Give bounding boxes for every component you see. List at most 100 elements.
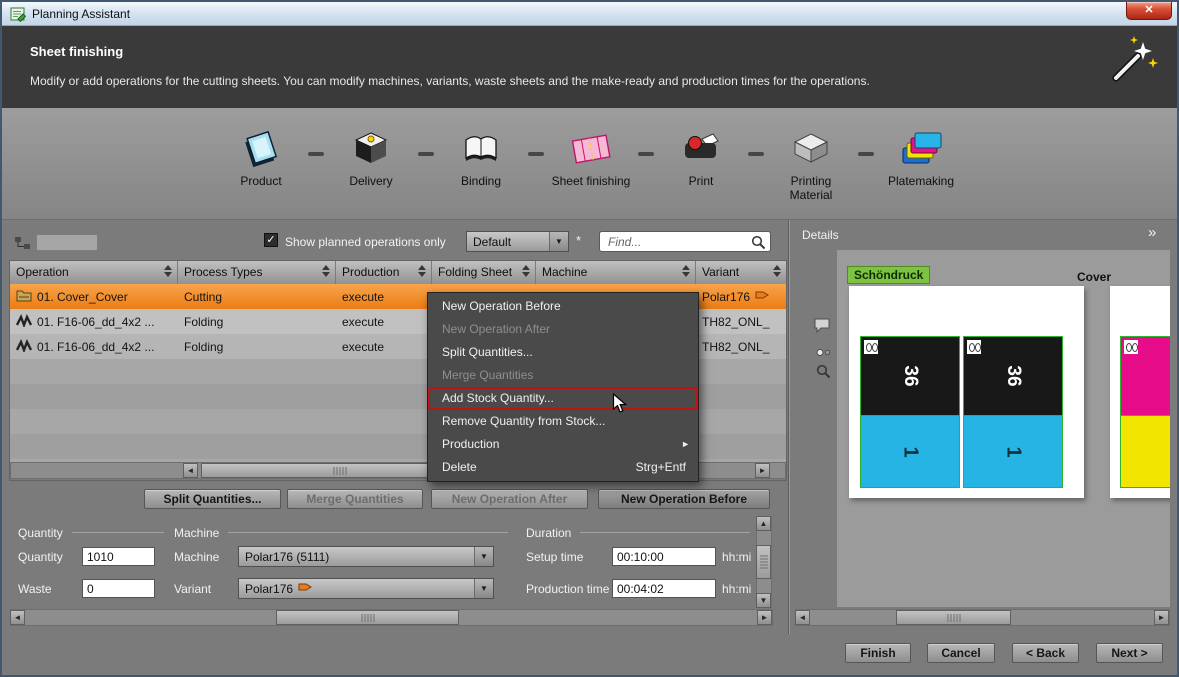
page-number: 36 <box>1002 365 1024 386</box>
column-header-machine[interactable]: Machine <box>536 261 696 284</box>
preset-modified-indicator: * <box>576 233 581 248</box>
cancel-button[interactable]: Cancel <box>927 643 995 663</box>
dropdown-arrow-icon[interactable]: ▼ <box>474 547 493 566</box>
comment-icon[interactable] <box>814 318 832 338</box>
left-panel-h-scrollbar[interactable]: ◄ ► <box>10 609 773 626</box>
variant-dropdown[interactable]: Polar176 ▼ <box>238 578 494 599</box>
scrollbar-grip <box>760 556 768 569</box>
column-header-operation[interactable]: Operation <box>10 261 178 284</box>
next-button[interactable]: Next > <box>1096 643 1163 663</box>
find-input[interactable] <box>599 231 771 252</box>
step-product[interactable]: Product <box>219 126 303 189</box>
step-printing-material[interactable]: Printing Material <box>769 126 853 203</box>
step-sheet-finishing[interactable]: Sheet finishing <box>549 126 633 189</box>
show-planned-checkbox[interactable]: ✓ <box>264 233 278 247</box>
scrollbar-thumb[interactable] <box>276 610 459 625</box>
column-label: Machine <box>542 265 587 279</box>
menu-item-remove-quantity-from-stock[interactable]: Remove Quantity from Stock... <box>428 410 698 433</box>
finish-button[interactable]: Finish <box>845 643 911 663</box>
step-platemaking[interactable]: Platemaking <box>879 126 963 189</box>
machine-label: Machine <box>174 550 219 564</box>
preset-dropdown[interactable]: Default ▼ <box>466 231 569 252</box>
waste-input[interactable] <box>82 579 155 598</box>
form-v-scrollbar[interactable]: ▲ ▼ <box>756 516 772 608</box>
step-label: Print <box>659 175 743 189</box>
wizard-header: Sheet finishing Modify or add operations… <box>2 26 1177 108</box>
page-number: 1 <box>1002 446 1025 457</box>
context-menu: New Operation Before New Operation After… <box>427 292 699 482</box>
menu-item-production[interactable]: Production ► <box>428 433 698 456</box>
scroll-down-icon[interactable]: ▼ <box>756 593 771 608</box>
quantity-input[interactable] <box>82 547 155 566</box>
preset-value: Default <box>467 232 549 251</box>
scroll-right-icon[interactable]: ► <box>1154 610 1169 625</box>
search-icon[interactable] <box>751 235 766 255</box>
menu-item-add-stock-quantity[interactable]: Add Stock Quantity... <box>428 387 698 410</box>
production-time-input[interactable] <box>612 579 716 598</box>
column-header-process-types[interactable]: Process Types <box>178 261 336 284</box>
scrollbar-grip <box>334 467 347 475</box>
sort-icon <box>522 265 530 277</box>
page-number: 36 <box>899 365 921 386</box>
cell-variant: TH82_ONL_ <box>696 334 786 359</box>
step-print[interactable]: Print <box>659 126 743 189</box>
details-expand-icon[interactable]: » <box>1148 224 1156 241</box>
back-button[interactable]: < Back <box>1012 643 1079 663</box>
split-quantities-button[interactable]: Split Quantities... <box>144 489 281 509</box>
group-line <box>228 532 508 533</box>
cell-operation: 01. F16-06_dd_4x2 ... <box>10 334 178 359</box>
scroll-left-icon[interactable]: ◄ <box>795 610 810 625</box>
machine-dropdown[interactable]: Polar176 (5111) ▼ <box>238 546 494 567</box>
variant-value-text: Polar176 <box>245 582 293 596</box>
step-connector <box>528 152 544 156</box>
column-header-folding-sheet[interactable]: Folding Sheet <box>432 261 536 284</box>
step-binding[interactable]: Binding <box>439 126 523 189</box>
menu-item-split-quantities[interactable]: Split Quantities... <box>428 341 698 364</box>
menu-item-label: Delete <box>442 460 477 474</box>
scroll-left-icon[interactable]: ◄ <box>183 463 198 478</box>
corner-mark <box>1124 340 1138 354</box>
column-header-production[interactable]: Production <box>336 261 432 284</box>
step-delivery[interactable]: Delivery <box>329 126 413 189</box>
tree-view-icon[interactable] <box>14 236 32 255</box>
column-header-variant[interactable]: Variant <box>696 261 786 284</box>
titlebar[interactable]: Planning Assistant ✕ <box>2 2 1177 26</box>
folding-icon <box>16 313 32 330</box>
cell-process-types: Folding <box>178 309 336 334</box>
back-sheet-preview[interactable]: 2 35 <box>1110 286 1170 498</box>
merge-quantities-button: Merge Quantities <box>287 489 423 509</box>
cell-production: execute <box>336 284 432 309</box>
scroll-right-icon[interactable]: ► <box>757 610 772 625</box>
scrollbar-thumb[interactable] <box>896 610 1011 625</box>
scrollbar-thumb[interactable] <box>756 545 771 579</box>
app-icon <box>10 6 26 22</box>
delivery-icon <box>349 126 393 170</box>
menu-item-delete[interactable]: Delete Strg+Entf <box>428 456 698 479</box>
scroll-left-icon[interactable]: ◄ <box>10 610 25 625</box>
mouse-cursor <box>612 393 627 419</box>
step-connector <box>418 152 434 156</box>
scroll-right-icon[interactable]: ► <box>755 463 770 478</box>
dropdown-arrow-icon[interactable]: ▼ <box>549 232 568 251</box>
filter-box[interactable] <box>36 234 98 251</box>
close-button[interactable]: ✕ <box>1126 2 1172 20</box>
quantity-group-title: Quantity <box>18 526 63 540</box>
menu-item-new-operation-before[interactable]: New Operation Before <box>428 295 698 318</box>
zoom-icon[interactable] <box>816 364 831 384</box>
magic-wand-icon <box>1107 34 1161 91</box>
cell-production: execute <box>336 309 432 334</box>
scroll-up-icon[interactable]: ▲ <box>756 516 771 531</box>
show-planned-label[interactable]: Show planned operations only <box>285 235 446 249</box>
operation-text: 01. Cover_Cover <box>37 290 128 304</box>
scrollbar-grip <box>947 614 960 622</box>
operation-text: 01. F16-06_dd_4x2 ... <box>37 340 154 354</box>
marker-icon[interactable] <box>816 344 831 362</box>
new-operation-before-button[interactable]: New Operation Before <box>598 489 770 509</box>
sheet-preview-area: Schöndruck Cover 36 1 36 1 <box>837 250 1170 607</box>
setup-time-input[interactable] <box>612 547 716 566</box>
front-sheet-preview[interactable]: 36 1 36 1 <box>849 286 1084 498</box>
production-time-label: Production time <box>526 582 609 596</box>
panel-divider[interactable] <box>788 220 790 634</box>
dropdown-arrow-icon[interactable]: ▼ <box>474 579 493 598</box>
details-h-scrollbar[interactable]: ◄ ► <box>795 609 1170 626</box>
